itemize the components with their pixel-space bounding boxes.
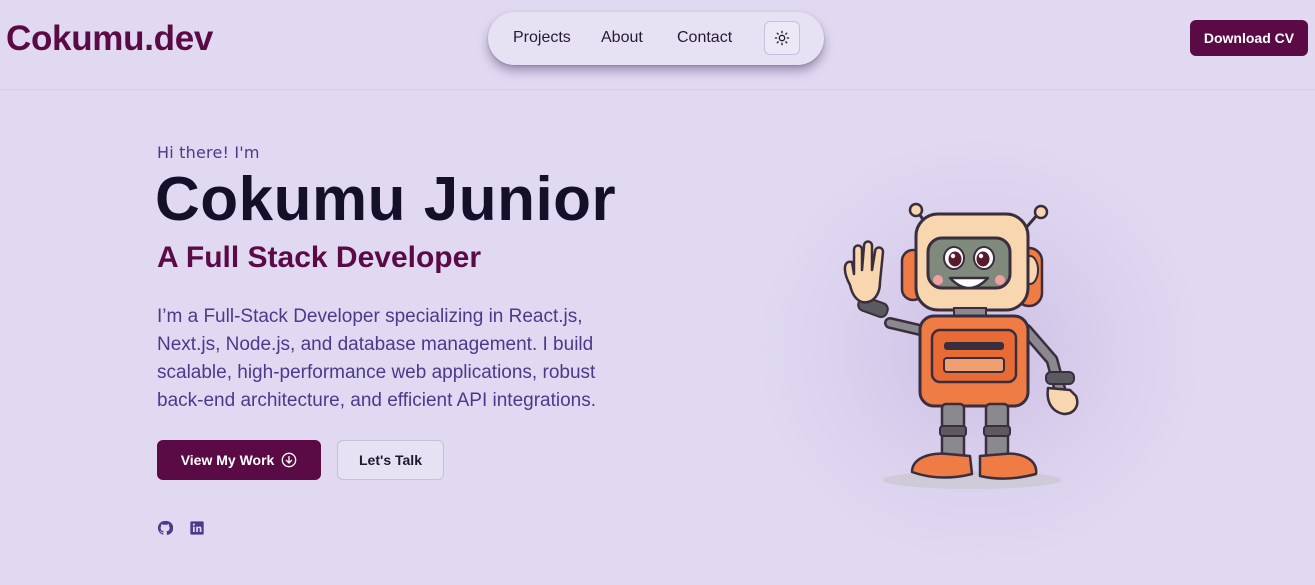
site-header: Cokumu.dev Projects About Contact Downlo… bbox=[0, 0, 1315, 90]
sun-icon bbox=[774, 30, 790, 46]
waving-robot-illustration bbox=[843, 202, 1079, 489]
download-cv-button[interactable]: Download CV bbox=[1190, 20, 1308, 56]
nav-bar: Projects About Contact bbox=[488, 12, 824, 65]
hero-role: A Full Stack Developer bbox=[157, 241, 481, 274]
nav-link-projects[interactable]: Projects bbox=[513, 29, 571, 47]
nav-link-contact[interactable]: Contact bbox=[677, 29, 732, 47]
github-icon[interactable] bbox=[157, 520, 173, 536]
linkedin-icon[interactable] bbox=[189, 520, 205, 536]
hero-name: Cokumu Junior bbox=[155, 165, 617, 234]
view-my-work-button[interactable]: View My Work bbox=[157, 440, 321, 480]
hero-bio: I’m a Full-Stack Developer specializing … bbox=[157, 306, 597, 411]
nav-link-about[interactable]: About bbox=[601, 29, 643, 47]
hero-greeting: Hi there! I'm bbox=[157, 143, 260, 162]
lets-talk-button[interactable]: Let's Talk bbox=[337, 440, 444, 480]
view-my-work-label: View My Work bbox=[180, 452, 275, 468]
arrow-down-circle-icon bbox=[281, 452, 297, 468]
site-logo[interactable]: Cokumu.dev bbox=[6, 19, 213, 59]
theme-toggle-button[interactable] bbox=[764, 21, 800, 55]
